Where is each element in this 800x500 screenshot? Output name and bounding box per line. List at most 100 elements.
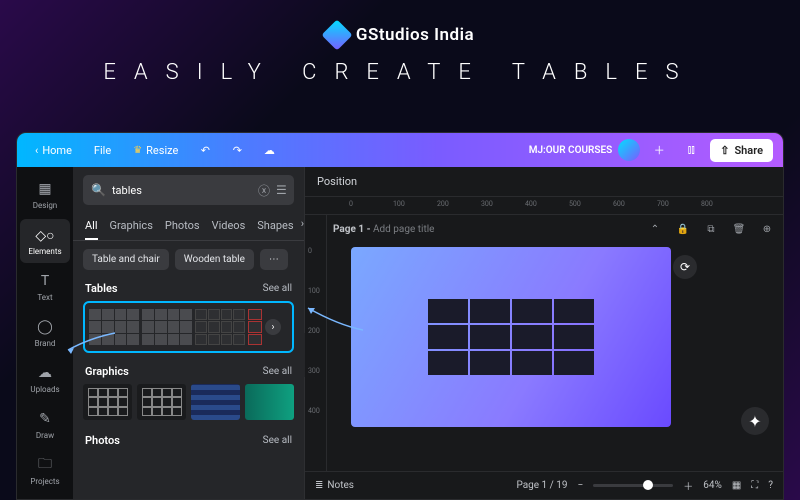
ruler-h-tick: 200 xyxy=(437,200,449,208)
rail-elements-label: Elements xyxy=(28,247,61,256)
table-preset-4[interactable] xyxy=(248,309,262,345)
delete-page-button[interactable]: 🗑 xyxy=(729,219,749,239)
undo-button[interactable]: ↶ xyxy=(192,137,218,163)
clear-search-button[interactable]: ⓧ xyxy=(258,182,270,199)
page-bar: Page 1 - Add page title ⌃ 🔒 ⧉ 🗑 ⊕ xyxy=(327,215,783,243)
rail-text-label: Text xyxy=(37,293,52,302)
tab-shapes[interactable]: Shapes xyxy=(257,213,293,240)
table-preset-2[interactable] xyxy=(142,309,192,345)
avatar[interactable] xyxy=(618,139,640,161)
ruler-v-tick: 400 xyxy=(308,407,320,415)
graphics-see-all[interactable]: See all xyxy=(263,366,292,377)
left-rail: ▦ Design ◇○ Elements T Text ◯ Brand ☁ Up… xyxy=(17,167,73,499)
refresh-button[interactable]: ⟳ xyxy=(673,255,697,279)
analytics-button[interactable]: ⫾⫾ xyxy=(678,137,704,163)
rail-design[interactable]: ▦ Design xyxy=(20,173,70,217)
cloud-sync-button[interactable]: ☁ xyxy=(256,137,282,163)
sparkle-icon: ✦ xyxy=(748,412,761,431)
page-number-prefix: Page 1 - xyxy=(333,224,371,235)
brand-lockup: GStudios India xyxy=(326,24,474,46)
refresh-icon: ⟳ xyxy=(680,260,690,274)
rail-projects[interactable]: 🗀 Projects xyxy=(20,449,70,493)
search-bar[interactable]: 🔍 ⓧ ☰ xyxy=(83,175,294,205)
photos-heading: Photos xyxy=(85,434,120,447)
undo-icon: ↶ xyxy=(201,144,210,157)
tables-carousel: › xyxy=(83,301,294,353)
redo-icon: ↷ xyxy=(233,144,242,157)
collapse-page-button[interactable]: ⌃ xyxy=(645,219,665,239)
brand-icon: ◯ xyxy=(36,318,54,336)
tab-graphics[interactable]: Graphics xyxy=(110,213,153,240)
cloud-upload-icon: ☁ xyxy=(36,364,54,382)
rail-brand[interactable]: ◯ Brand xyxy=(20,311,70,355)
zoom-slider-knob[interactable] xyxy=(643,480,653,490)
graphics-carousel xyxy=(83,384,294,420)
chip-table-and-chair[interactable]: Table and chair xyxy=(83,249,169,270)
folder-icon: 🗀 xyxy=(36,456,54,474)
tables-next-button[interactable]: › xyxy=(265,319,281,335)
canvas-table-element[interactable] xyxy=(428,299,594,375)
filter-icon[interactable]: ☰ xyxy=(276,183,287,197)
tabs-scroll-right[interactable]: › xyxy=(301,217,304,230)
tables-see-all[interactable]: See all xyxy=(263,283,292,294)
share-button[interactable]: ⇧ Share xyxy=(710,139,773,162)
stage[interactable]: Page 1 - Add page title ⌃ 🔒 ⧉ 🗑 ⊕ ⟳ xyxy=(327,215,783,471)
ruler-h-tick: 0 xyxy=(349,200,353,208)
fullscreen-button[interactable]: ⛶ xyxy=(751,480,758,491)
rail-elements[interactable]: ◇○ Elements xyxy=(20,219,70,263)
file-menu[interactable]: File xyxy=(86,140,119,161)
magic-button[interactable]: ✦ xyxy=(741,407,769,435)
lock-page-button[interactable]: 🔒 xyxy=(673,219,693,239)
home-button[interactable]: ‹ Home xyxy=(27,140,80,161)
graphic-3[interactable] xyxy=(191,384,240,420)
rail-draw[interactable]: ✎ Draw xyxy=(20,403,70,447)
add-page-button[interactable]: ⊕ xyxy=(757,219,777,239)
tab-photos[interactable]: Photos xyxy=(165,213,200,240)
help-button[interactable]: ? xyxy=(768,480,773,491)
page-indicator[interactable]: Page 1 / 19 xyxy=(516,480,567,491)
text-icon: T xyxy=(36,272,54,290)
zoom-out-button[interactable]: − xyxy=(578,480,584,491)
rail-text[interactable]: T Text xyxy=(20,265,70,309)
grid-icon: ▦ xyxy=(36,180,54,198)
page-title-input[interactable]: Add page title xyxy=(373,224,434,235)
shapes-icon: ◇○ xyxy=(36,226,54,244)
table-preset-1[interactable] xyxy=(89,309,139,345)
chip-wooden-table[interactable]: Wooden table xyxy=(175,249,254,270)
redo-button[interactable]: ↷ xyxy=(224,137,250,163)
tab-videos[interactable]: Videos xyxy=(212,213,246,240)
rail-draw-label: Draw xyxy=(36,431,54,440)
graphic-4[interactable] xyxy=(245,384,294,420)
ruler-v-tick: 0 xyxy=(308,247,312,255)
ruler-v-tick: 100 xyxy=(308,287,320,295)
resize-menu[interactable]: ♛ Resize xyxy=(125,140,186,161)
pencil-icon: ✎ xyxy=(36,410,54,428)
photos-see-all[interactable]: See all xyxy=(263,435,292,446)
graphic-1[interactable] xyxy=(83,384,132,420)
rail-uploads[interactable]: ☁ Uploads xyxy=(20,357,70,401)
share-label: Share xyxy=(734,144,763,157)
grid-view-button[interactable]: ▦ xyxy=(732,480,741,491)
add-collaborator-button[interactable]: ＋ xyxy=(646,137,672,163)
toolbar-position[interactable]: Position xyxy=(317,175,357,188)
bar-chart-icon: ⫾⫾ xyxy=(688,143,695,157)
ruler-h-tick: 400 xyxy=(525,200,537,208)
search-input[interactable] xyxy=(112,184,252,197)
table-preset-3[interactable] xyxy=(195,309,245,345)
chip-more[interactable]: ⋯ xyxy=(260,249,288,270)
graphic-2[interactable] xyxy=(137,384,186,420)
project-name[interactable]: MJ:OUR COURSES xyxy=(529,145,613,156)
zoom-level[interactable]: 64% xyxy=(703,480,722,491)
brand-logo-icon xyxy=(321,19,352,50)
notes-icon: ≣ xyxy=(315,480,323,491)
zoom-slider[interactable] xyxy=(593,484,673,487)
zoom-in-button[interactable]: ＋ xyxy=(683,478,693,493)
canvas-page[interactable]: ⟳ xyxy=(351,247,671,427)
tab-all[interactable]: All xyxy=(85,213,98,240)
canvas-area: Position 0 100 200 300 400 500 600 700 8… xyxy=(305,167,783,499)
top-menubar: ‹ Home File ♛ Resize ↶ ↷ ☁ MJ:OUR COURSE… xyxy=(17,133,783,167)
duplicate-page-button[interactable]: ⧉ xyxy=(701,219,721,239)
notes-button[interactable]: ≣Notes xyxy=(315,480,354,491)
ruler-h-tick: 800 xyxy=(701,200,713,208)
ruler-vertical: 0 100 200 300 400 xyxy=(305,215,327,471)
